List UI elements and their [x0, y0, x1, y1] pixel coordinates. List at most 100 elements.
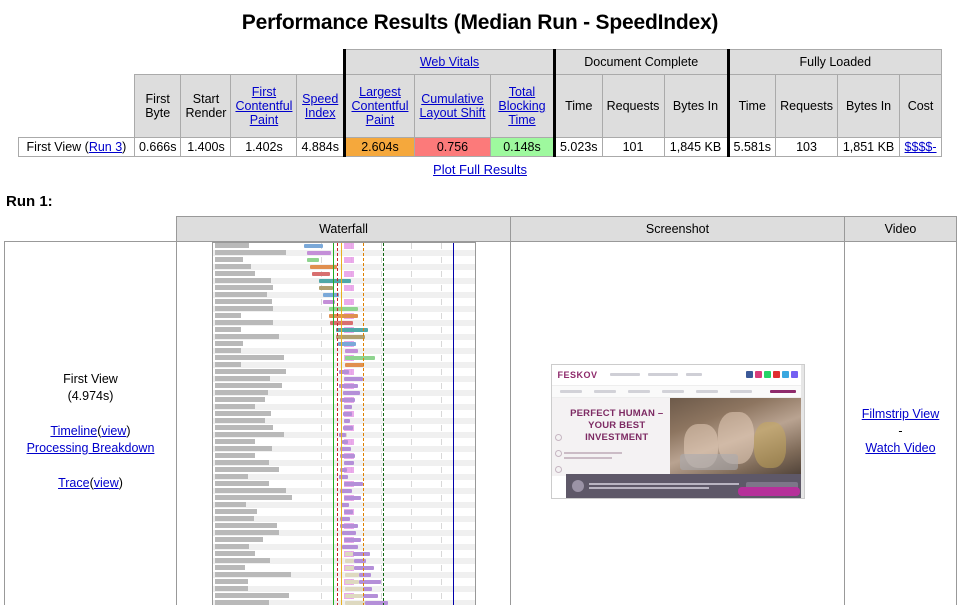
- waterfall-bar: [362, 587, 373, 591]
- speed-index-link[interactable]: Speed Index: [302, 92, 338, 120]
- waterfall-row: [212, 362, 475, 369]
- video-separator: -: [898, 423, 903, 438]
- hero-subtext: [563, 451, 670, 459]
- cell-fl-requests: 103: [775, 137, 839, 157]
- waterfall-bar: [344, 510, 354, 514]
- waterfall-request-label: [214, 425, 273, 430]
- page-screenshot-thumbnail[interactable]: FESKOV PERFECT HUMAN – YOUR BEST INVESTM…: [550, 363, 805, 499]
- waterfall-row: [212, 572, 475, 579]
- waterfall-request-label: [214, 369, 287, 374]
- run-3-link[interactable]: Run 3: [89, 140, 122, 154]
- watch-video-link[interactable]: Watch Video: [865, 441, 935, 455]
- waterfall-bar: [343, 482, 363, 486]
- slider-dot[interactable]: [554, 465, 562, 473]
- total-blocking-time-link[interactable]: Total Blocking Time: [498, 85, 545, 127]
- waterfall-request-label: [214, 586, 249, 591]
- waterfall-row: [212, 334, 475, 341]
- waterfall-request-label: [214, 516, 254, 521]
- hero-slider-dots[interactable]: [554, 433, 562, 473]
- col-header-first-byte: First Byte: [133, 74, 182, 138]
- waterfall-request-label: [214, 474, 248, 479]
- waterfall-chart-image[interactable]: [211, 242, 476, 605]
- waterfall-request-label: [214, 593, 289, 598]
- waterfall-request-label: [214, 537, 263, 542]
- waterfall-request-label: [214, 250, 286, 255]
- waterfall-bar: [341, 531, 356, 535]
- chat-widget-button[interactable]: [737, 486, 800, 496]
- waterfall-request-label: [214, 467, 279, 472]
- filmstrip-view-link[interactable]: Filmstrip View: [862, 407, 940, 421]
- hero-title-line-3: INVESTMENT: [585, 431, 649, 443]
- trace-view-link[interactable]: view: [94, 476, 119, 490]
- waterfall-row: [212, 418, 475, 425]
- col-header-cost: Cost: [899, 74, 943, 138]
- waterfall-row: [212, 488, 475, 495]
- waterfall-request-label: [214, 439, 255, 444]
- cumulative-layout-shift-link[interactable]: Cumulative Layout Shift: [419, 92, 485, 120]
- cell-first-byte: 0.666s: [133, 137, 182, 157]
- waterfall-bar: [343, 391, 360, 395]
- plot-full-results-link[interactable]: Plot Full Results: [433, 162, 527, 177]
- slider-dot[interactable]: [554, 433, 562, 441]
- web-vitals-link[interactable]: Web Vitals: [420, 55, 479, 69]
- col-header-speed-index: Speed Index: [296, 74, 345, 138]
- cost-link[interactable]: $$$$-: [905, 140, 937, 154]
- video-panel: Filmstrip View - Watch Video: [844, 241, 957, 605]
- waterfall-row: [212, 502, 475, 509]
- photo-tablet: [679, 453, 738, 470]
- run-table-body-row: First View (4.974s) Timeline(view) Proce…: [4, 241, 957, 605]
- waterfall-row: [212, 327, 475, 334]
- waterfall-row: [212, 285, 475, 292]
- screenshot-cell: FESKOV PERFECT HUMAN – YOUR BEST INVESTM…: [510, 241, 845, 605]
- trace-link[interactable]: Trace: [58, 476, 90, 490]
- waterfall-request-label: [214, 432, 284, 437]
- waterfall-request-label: [214, 313, 241, 318]
- waterfall-request-label: [214, 502, 247, 507]
- telegram-icon: [781, 371, 789, 378]
- waterfall-row: [212, 460, 475, 467]
- cell-dc-time: 5.023s: [552, 137, 603, 157]
- col-header-dc-bytes-in: Bytes In: [663, 74, 729, 138]
- hero-subtext-line: [563, 451, 622, 454]
- group-header-fully-loaded: Fully Loaded: [726, 49, 943, 75]
- waterfall-row: [212, 243, 475, 250]
- page-scrollbar[interactable]: [800, 364, 804, 498]
- cell-dc-bytes-in: 1,845 KB: [663, 137, 729, 157]
- waterfall-bar: [358, 573, 372, 577]
- waterfall-request-label: [214, 523, 277, 528]
- waterfall-row: [212, 439, 475, 446]
- info-processing-row: Processing Breakdown: [9, 440, 172, 457]
- run-info-panel: First View (4.974s) Timeline(view) Proce…: [4, 241, 177, 605]
- cell-largest-contentful-paint: 2.604s: [342, 137, 415, 157]
- group-spacer: [230, 49, 297, 75]
- timeline-view-link[interactable]: view: [101, 424, 126, 438]
- cell-first-contentful-paint: 1.402s: [230, 137, 298, 157]
- processing-breakdown-link[interactable]: Processing Breakdown: [27, 441, 155, 455]
- run-details-table: Waterfall Screenshot Video First View (4…: [4, 216, 957, 605]
- nav-item: [695, 389, 718, 393]
- largest-contentful-paint-link[interactable]: Largest Contentful Paint: [351, 85, 408, 127]
- waterfall-row: [212, 593, 475, 600]
- waterfall-row: [212, 383, 475, 390]
- timeline-link[interactable]: Timeline: [50, 424, 97, 438]
- table-row: First View (Run 3) 0.666s 1.400s 1.402s …: [17, 137, 943, 157]
- waterfall-row: [212, 250, 475, 257]
- cookie-icon: [571, 479, 584, 492]
- cookie-text-line: [588, 482, 739, 485]
- document-complete-marker: [362, 243, 364, 605]
- waterfall-cell: [176, 241, 511, 605]
- facebook-icon: [745, 371, 753, 378]
- waterfall-row: [212, 600, 475, 605]
- hero-text-block: PERFECT HUMAN – YOUR BEST INVESTMENT: [552, 398, 670, 476]
- slider-dot[interactable]: [554, 449, 562, 457]
- run-header-video: Video: [844, 216, 957, 242]
- waterfall-bar: [354, 559, 367, 563]
- waterfall-wait-segment: [344, 552, 354, 556]
- first-contentful-paint-link[interactable]: First Contentful Paint: [235, 85, 292, 127]
- waterfall-request-label: [214, 579, 248, 584]
- waterfall-row: [212, 481, 475, 488]
- waterfall-request-label: [214, 481, 269, 486]
- waterfall-bar: [344, 405, 353, 409]
- waterfall-bar: [330, 321, 354, 325]
- waterfall-bar: [344, 377, 364, 381]
